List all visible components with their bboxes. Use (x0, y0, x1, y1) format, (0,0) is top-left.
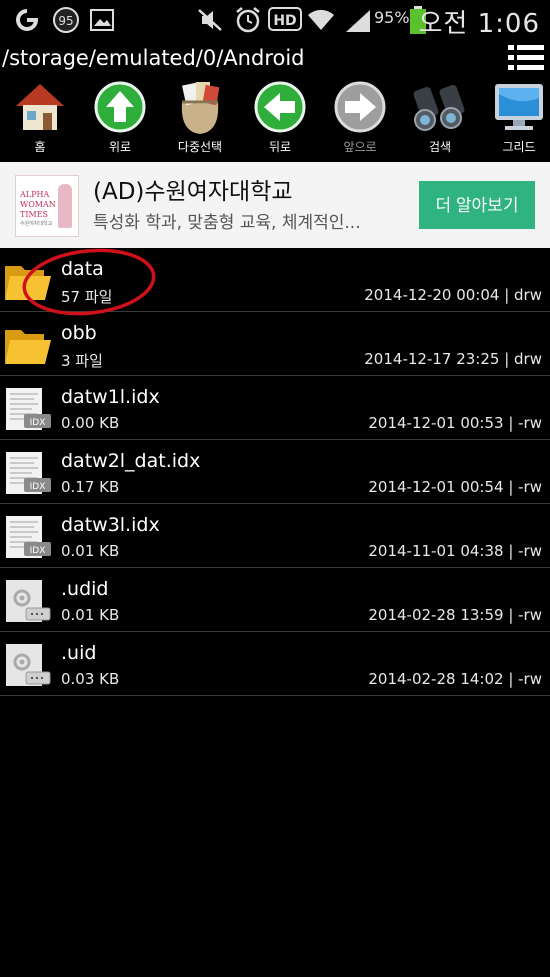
file-size: 0.03 KB (61, 670, 120, 688)
idx-file-icon: IDX (6, 388, 51, 430)
file-size: 3 파일 (61, 352, 103, 370)
toolbar-label: 다중선택 (177, 140, 223, 154)
battery-percent: 95% (374, 8, 410, 27)
idx-file-icon: IDX (6, 452, 51, 494)
ad-banner[interactable]: ALPHA WOMAN TIMES 수원여자대학교 (AD)수원여자대학교 특성… (0, 162, 550, 248)
ad-title: (AD)수원여자대학교 (93, 179, 293, 205)
current-path: /storage/emulated/0/Android (2, 46, 305, 70)
arrow-up-icon (94, 81, 146, 133)
file-name: .udid (61, 578, 109, 600)
toolbar-label: 그리드 (502, 140, 536, 154)
file-meta: 2014-12-01 00:53 | -rw (368, 414, 542, 432)
svg-text:IDX: IDX (30, 546, 46, 556)
path-bar: /storage/emulated/0/Android (0, 38, 550, 78)
clock: 오전 1:06 (418, 9, 540, 39)
list-menu-icon[interactable] (508, 44, 544, 72)
wifi-icon (308, 9, 334, 30)
monitor-icon (495, 84, 543, 130)
mute-icon (198, 9, 222, 31)
multi-select-bag-icon (181, 82, 220, 134)
ad-logo-sub: 수원여자대학교 (20, 221, 53, 227)
search-button[interactable]: 검색 (405, 78, 475, 162)
file-meta: 2014-12-17 23:25 | drw (364, 350, 542, 368)
folder-icon (5, 330, 51, 364)
learn-more-button[interactable]: 더 알아보기 (419, 181, 535, 229)
file-row[interactable]: .uid 0.03 KB 2014-02-28 14:02 | -rw (0, 632, 550, 696)
toolbar-label: 검색 (428, 140, 452, 154)
svg-text:IDX: IDX (30, 418, 46, 428)
file-name: data (61, 258, 104, 280)
file-size: 0.01 KB (61, 542, 120, 560)
arrow-right-icon (334, 81, 386, 133)
home-button[interactable]: 홈 (5, 78, 75, 162)
ad-description: 특성화 학과, 맞춤형 교육, 체계적인... (93, 213, 361, 233)
ad-logo-text: ALPHA WOMAN TIMES (20, 190, 56, 219)
signal-icon (346, 10, 370, 32)
settings-file-icon (6, 580, 51, 622)
toolbar-label: 뒤로 (268, 140, 292, 154)
file-meta: 2014-02-28 13:59 | -rw (368, 606, 542, 624)
toolbar-label: 앞으로 (343, 140, 377, 154)
file-name: datw1l.idx (61, 386, 160, 408)
binoculars-icon (413, 84, 465, 131)
gallery-icon (90, 9, 114, 31)
file-name: datw2l_dat.idx (61, 450, 201, 472)
file-size: 0.01 KB (61, 606, 120, 624)
forward-button[interactable]: 앞으로 (325, 78, 395, 162)
status-bar: 95 HD 95% 오전 1:06 (0, 0, 550, 39)
file-meta: 2014-02-28 14:02 | -rw (368, 670, 542, 688)
file-name: obb (61, 322, 97, 344)
file-row[interactable]: IDX datw1l.idx 0.00 KB 2014-12-01 00:53 … (0, 376, 550, 440)
file-row[interactable]: data 57 파일 2014-12-20 00:04 | drw (0, 248, 550, 312)
file-row[interactable]: IDX datw3l.idx 0.01 KB 2014-11-01 04:38 … (0, 504, 550, 568)
file-name: datw3l.idx (61, 514, 160, 536)
settings-file-icon (6, 644, 51, 686)
file-row[interactable]: .udid 0.01 KB 2014-02-28 13:59 | -rw (0, 568, 550, 632)
file-size: 0.00 KB (61, 414, 120, 432)
alarm-icon (236, 7, 260, 33)
badge-number: 95 (58, 14, 73, 28)
badge-circle-icon: 95 (53, 7, 79, 33)
up-button[interactable]: 위로 (85, 78, 155, 162)
toolbar: 홈 위로 다중선택 뒤로 앞으로 검색 그리드 (0, 78, 550, 162)
file-meta: 2014-12-20 00:04 | drw (364, 286, 542, 304)
back-button[interactable]: 뒤로 (245, 78, 315, 162)
toolbar-label: 홈 (34, 140, 46, 154)
hd-voice-icon: HD (268, 7, 302, 31)
multi-select-button[interactable]: 다중선택 (165, 78, 235, 162)
app-notification-icon (16, 9, 39, 31)
idx-file-icon: IDX (6, 516, 51, 558)
file-list: data 57 파일 2014-12-20 00:04 | drw obb 3 … (0, 248, 550, 696)
grid-button[interactable]: 그리드 (484, 78, 550, 162)
house-icon (16, 84, 64, 130)
folder-icon (5, 266, 51, 300)
file-meta: 2014-11-01 04:38 | -rw (368, 542, 542, 560)
file-name: .uid (61, 642, 97, 664)
arrow-left-icon (254, 81, 306, 133)
file-row[interactable]: IDX datw2l_dat.idx 0.17 KB 2014-12-01 00… (0, 440, 550, 504)
toolbar-label: 위로 (108, 140, 132, 154)
svg-text:HD: HD (273, 13, 296, 29)
svg-text:IDX: IDX (30, 482, 46, 492)
file-size: 57 파일 (61, 288, 113, 306)
ad-logo: ALPHA WOMAN TIMES 수원여자대학교 (15, 175, 79, 237)
file-meta: 2014-12-01 00:54 | -rw (368, 478, 542, 496)
file-size: 0.17 KB (61, 478, 120, 496)
file-row[interactable]: obb 3 파일 2014-12-17 23:25 | drw (0, 312, 550, 376)
ad-logo-figure (58, 184, 72, 228)
